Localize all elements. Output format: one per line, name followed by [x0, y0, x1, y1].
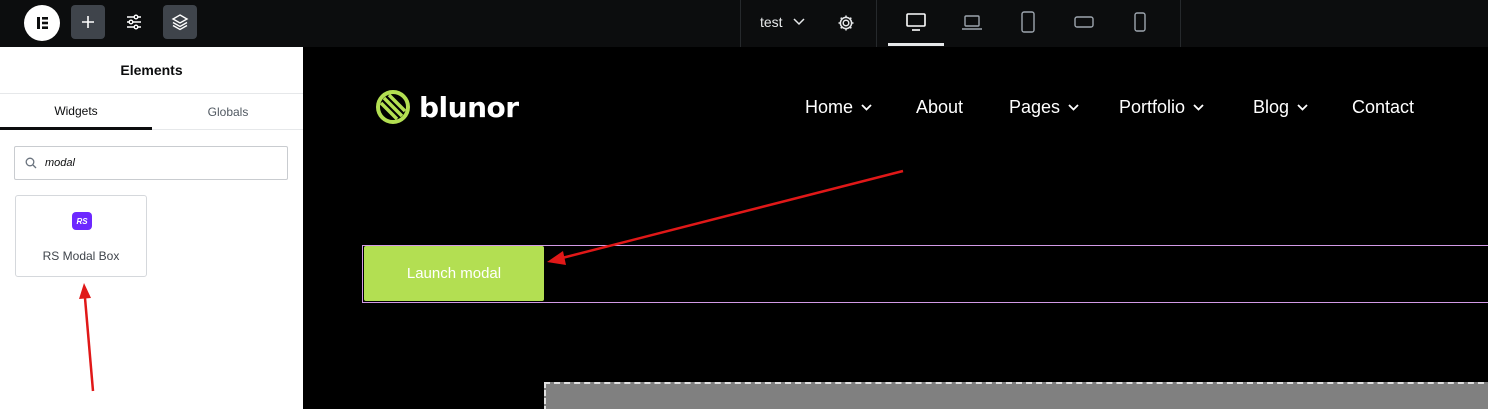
editor-topbar: test [0, 0, 1488, 47]
elementor-logo-icon[interactable] [24, 5, 60, 41]
nav-item-label: Blog [1253, 97, 1290, 117]
chevron-down-icon [861, 104, 872, 111]
nav-item-label: Pages [1009, 97, 1061, 117]
nav-item-label: Contact [1352, 97, 1415, 117]
tablet-landscape-device-button[interactable] [1071, 10, 1097, 34]
tab-globals[interactable]: Globals [152, 94, 304, 130]
launch-modal-button[interactable]: Launch modal [364, 246, 544, 301]
laptop-icon [962, 15, 982, 30]
blunor-logo-icon [376, 90, 410, 124]
nav-item-pages[interactable]: Pages [1009, 97, 1079, 118]
topbar-divider [740, 0, 741, 47]
chevron-down-icon [1068, 104, 1079, 111]
topbar-divider [1180, 0, 1181, 47]
nav-item-about[interactable]: About [916, 97, 963, 118]
search-icon [25, 157, 37, 169]
mobile-icon [1134, 12, 1146, 32]
rs-modal-box-widget[interactable]: RS RS Modal Box [15, 195, 147, 277]
nav-item-blog[interactable]: Blog [1253, 97, 1308, 118]
page-selector[interactable]: test [760, 14, 805, 30]
page-name: test [760, 14, 783, 30]
plus-icon [82, 16, 94, 28]
page-settings-button[interactable] [836, 13, 856, 33]
mobile-device-button[interactable] [1127, 10, 1153, 34]
desktop-device-button[interactable] [903, 10, 929, 34]
editor-canvas: blunor Home About Pages Portfolio Blog C… [303, 47, 1488, 409]
nav-item-label: Portfolio [1119, 97, 1186, 117]
site-logo[interactable]: blunor [375, 89, 519, 125]
active-device-indicator [888, 43, 944, 46]
widget-search-input[interactable]: modal [14, 146, 288, 180]
gear-icon [838, 15, 854, 31]
laptop-device-button[interactable] [959, 10, 985, 34]
tablet-landscape-icon [1074, 16, 1094, 28]
nav-item-label: Home [805, 97, 854, 117]
desktop-icon [906, 13, 926, 31]
site-settings-button[interactable] [117, 5, 151, 39]
elements-panel: Elements Widgets Globals modal RS RS Mod… [0, 47, 303, 409]
chevron-down-icon [1297, 104, 1308, 111]
panel-tabs: Widgets Globals [0, 94, 303, 130]
tablet-icon [1021, 11, 1035, 33]
add-element-button[interactable] [71, 5, 105, 39]
topbar-divider [876, 0, 877, 47]
widget-label: RS Modal Box [42, 249, 120, 263]
rs-badge-icon: RS [72, 212, 92, 230]
structure-button[interactable] [163, 5, 197, 39]
nav-item-label: About [916, 97, 964, 117]
search-value: modal [45, 157, 75, 169]
sliders-icon [127, 14, 141, 30]
layers-icon [171, 14, 189, 31]
nav-item-portfolio[interactable]: Portfolio [1119, 97, 1204, 118]
nav-item-contact[interactable]: Contact [1352, 97, 1414, 118]
tab-widgets[interactable]: Widgets [0, 94, 152, 130]
panel-title: Elements [0, 47, 303, 94]
tablet-device-button[interactable] [1015, 10, 1041, 34]
nav-item-home[interactable]: Home [805, 97, 872, 118]
chevron-down-icon [1193, 104, 1204, 111]
logo-text: blunor [419, 90, 519, 124]
chevron-down-icon [793, 18, 805, 26]
empty-drop-area[interactable] [544, 382, 1488, 409]
